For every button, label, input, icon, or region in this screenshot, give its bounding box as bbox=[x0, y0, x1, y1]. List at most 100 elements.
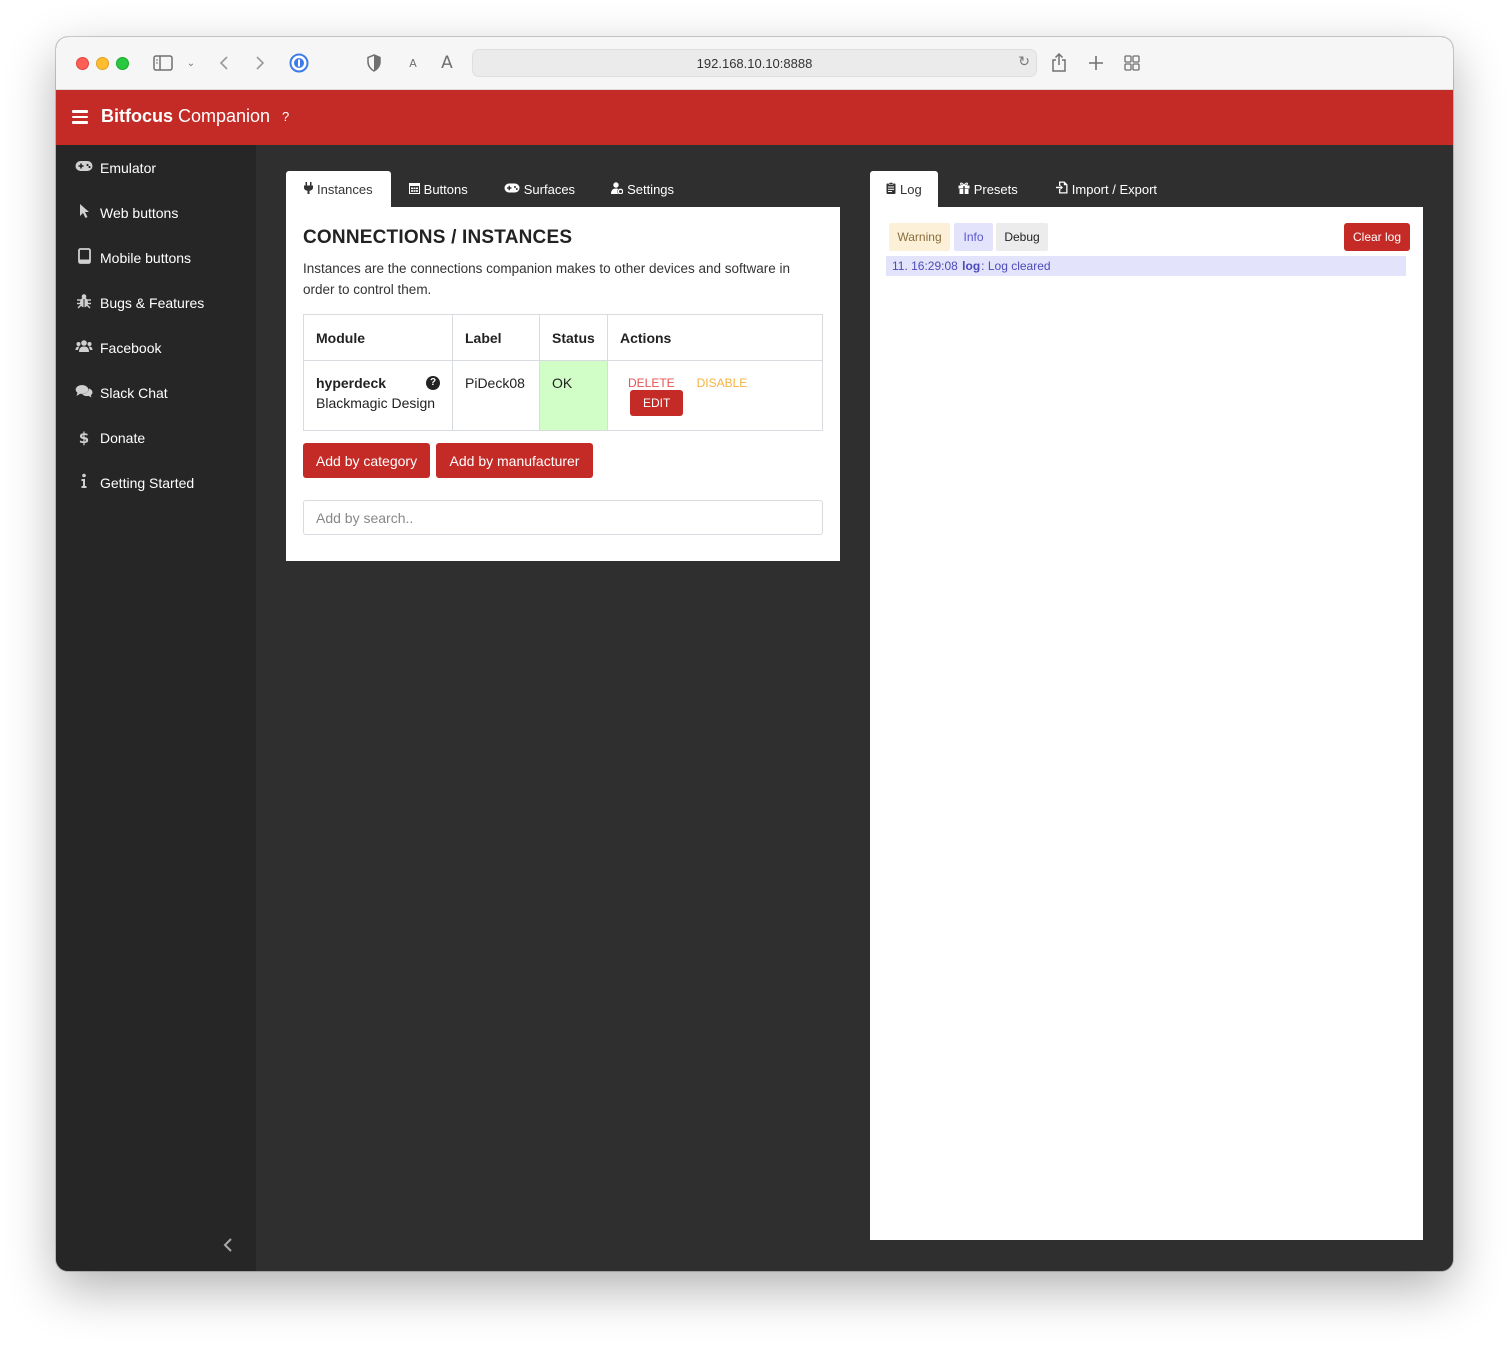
module-name: hyperdeck bbox=[316, 375, 387, 391]
sidebar-item-bugs-features[interactable]: Bugs & Features bbox=[56, 280, 256, 325]
shield-icon[interactable] bbox=[364, 51, 384, 75]
address-bar[interactable]: 192.168.10.10:8888 ↻ bbox=[472, 49, 1037, 77]
sidebar-item-label: Getting Started bbox=[100, 474, 195, 491]
delete-button[interactable]: DELETE bbox=[628, 376, 675, 390]
plug-icon bbox=[304, 181, 313, 197]
right-tab-bar: Log Presets Import / Export bbox=[870, 171, 1175, 207]
comments-icon bbox=[70, 384, 98, 402]
tab-label: Buttons bbox=[423, 181, 468, 197]
log-level-info-toggle[interactable]: Info bbox=[954, 223, 993, 251]
help-circle-icon[interactable]: ? bbox=[426, 376, 440, 390]
clipboard-icon bbox=[886, 181, 896, 197]
brand-title: Bitfocus Companion bbox=[101, 106, 270, 127]
log-panel: Warning Info Debug Clear log 11. 16:29:0… bbox=[870, 207, 1423, 1240]
label-cell: PiDeck08 bbox=[452, 360, 540, 431]
table-header-row: Module Label Status Actions bbox=[303, 314, 823, 361]
zoom-window-button[interactable] bbox=[116, 57, 129, 70]
add-by-search-input[interactable]: Add by search.. bbox=[303, 500, 823, 535]
tab-label: Settings bbox=[627, 181, 675, 197]
chevron-down-icon[interactable]: ⌄ bbox=[184, 51, 198, 75]
module-cell: hyperdeck Blackmagic Design bbox=[303, 360, 453, 431]
actions-cell: DELETE DISABLE EDIT bbox=[607, 360, 823, 431]
tab-label: Surfaces bbox=[523, 181, 576, 197]
tab-buttons[interactable]: Buttons bbox=[391, 171, 486, 207]
status-cell: OK bbox=[539, 360, 608, 431]
new-tab-icon[interactable] bbox=[1086, 51, 1106, 75]
menu-icon[interactable] bbox=[72, 110, 88, 124]
text-smaller-icon[interactable]: A bbox=[406, 51, 420, 75]
forward-icon[interactable] bbox=[250, 51, 270, 75]
tab-overview-icon[interactable] bbox=[1122, 51, 1142, 75]
text-larger-icon[interactable]: A bbox=[439, 51, 455, 75]
tab-settings[interactable]: Settings bbox=[593, 171, 692, 207]
sidebar-item-label: Mobile buttons bbox=[100, 249, 192, 266]
sidebar-item-web-buttons[interactable]: Web buttons bbox=[56, 190, 256, 235]
collapse-sidebar-icon[interactable] bbox=[223, 1237, 233, 1257]
tab-import-export[interactable]: Import / Export bbox=[1038, 171, 1175, 207]
url-text: 192.168.10.10:8888 bbox=[696, 55, 813, 71]
file-import-icon bbox=[1055, 181, 1068, 197]
tab-surfaces[interactable]: Surfaces bbox=[486, 171, 593, 207]
table-row: hyperdeck Blackmagic Design PiDeck08 OK … bbox=[303, 360, 823, 431]
sidebar-item-donate[interactable]: $ Donate bbox=[56, 415, 256, 460]
main-content: Instances Buttons Surfaces Settings CONN… bbox=[256, 145, 1453, 1271]
log-entry-message: : Log cleared bbox=[981, 259, 1051, 273]
sidebar-item-label: Donate bbox=[100, 429, 146, 446]
sidebar-toggle-icon[interactable] bbox=[152, 51, 174, 75]
tab-label: Import / Export bbox=[1071, 181, 1158, 197]
pointer-icon bbox=[70, 203, 98, 223]
log-level-debug-toggle[interactable]: Debug bbox=[996, 223, 1048, 251]
left-tab-bar: Instances Buttons Surfaces Settings bbox=[286, 171, 692, 207]
tablet-icon bbox=[70, 247, 98, 268]
clear-log-button[interactable]: Clear log bbox=[1344, 223, 1410, 251]
tab-label: Log bbox=[900, 181, 922, 197]
sidebar-item-emulator[interactable]: Emulator bbox=[56, 145, 256, 190]
close-window-button[interactable] bbox=[76, 57, 89, 70]
column-header-module: Module bbox=[303, 314, 453, 361]
back-icon[interactable] bbox=[214, 51, 234, 75]
tab-label: Presets bbox=[973, 181, 1018, 197]
instances-panel: CONNECTIONS / INSTANCES Instances are th… bbox=[286, 207, 840, 561]
calendar-icon bbox=[408, 182, 420, 197]
add-by-manufacturer-button[interactable]: Add by manufacturer bbox=[436, 443, 593, 478]
sidebar-item-label: Web buttons bbox=[100, 204, 179, 221]
module-manufacturer: Blackmagic Design bbox=[316, 395, 436, 411]
minimize-window-button[interactable] bbox=[96, 57, 109, 70]
log-entry-source: log bbox=[962, 259, 981, 273]
instances-table: Module Label Status Actions hyperdeck Bl… bbox=[303, 314, 823, 431]
sidebar-item-label: Emulator bbox=[100, 159, 157, 176]
share-icon[interactable] bbox=[1049, 51, 1069, 75]
log-level-warning-toggle[interactable]: Warning bbox=[889, 223, 950, 251]
tab-instances[interactable]: Instances bbox=[286, 171, 391, 207]
bug-icon bbox=[70, 293, 98, 313]
disable-button[interactable]: DISABLE bbox=[697, 376, 748, 390]
sidebar-item-slack-chat[interactable]: Slack Chat bbox=[56, 370, 256, 415]
tab-label: Instances bbox=[317, 181, 373, 197]
gamepad-icon bbox=[70, 160, 98, 176]
browser-toolbar: ⌄ A A 192.168.10.10:8888 ↻ bbox=[56, 37, 1453, 90]
gift-icon bbox=[958, 182, 970, 197]
password-manager-icon[interactable] bbox=[288, 51, 310, 75]
sidebar-item-label: Facebook bbox=[100, 339, 162, 356]
brand-bold: Bitfocus bbox=[101, 106, 173, 126]
sidebar-item-facebook[interactable]: Facebook bbox=[56, 325, 256, 370]
brand-rest: Companion bbox=[173, 106, 271, 126]
log-entry-prefix: 11. 16:29:08 bbox=[892, 259, 962, 273]
gamepad-icon bbox=[504, 182, 520, 196]
sidebar-item-getting-started[interactable]: Getting Started bbox=[56, 460, 256, 505]
column-header-label: Label bbox=[452, 314, 540, 361]
sidebar-item-label: Slack Chat bbox=[100, 384, 168, 401]
column-header-actions: Actions bbox=[607, 314, 823, 361]
users-icon bbox=[70, 339, 98, 357]
sidebar-item-mobile-buttons[interactable]: Mobile buttons bbox=[56, 235, 256, 280]
edit-button[interactable]: EDIT bbox=[630, 390, 684, 416]
app-header: Bitfocus Companion ? bbox=[56, 90, 1453, 145]
sidebar-item-label: Bugs & Features bbox=[100, 294, 205, 311]
column-header-status: Status bbox=[539, 314, 608, 361]
help-link[interactable]: ? bbox=[282, 109, 289, 124]
sidebar: Emulator Web buttons Mobile buttons Bugs… bbox=[56, 145, 256, 1271]
tab-presets[interactable]: Presets bbox=[938, 171, 1038, 207]
reload-icon[interactable]: ↻ bbox=[1018, 54, 1030, 70]
tab-log[interactable]: Log bbox=[870, 171, 938, 207]
add-by-category-button[interactable]: Add by category bbox=[303, 443, 430, 478]
